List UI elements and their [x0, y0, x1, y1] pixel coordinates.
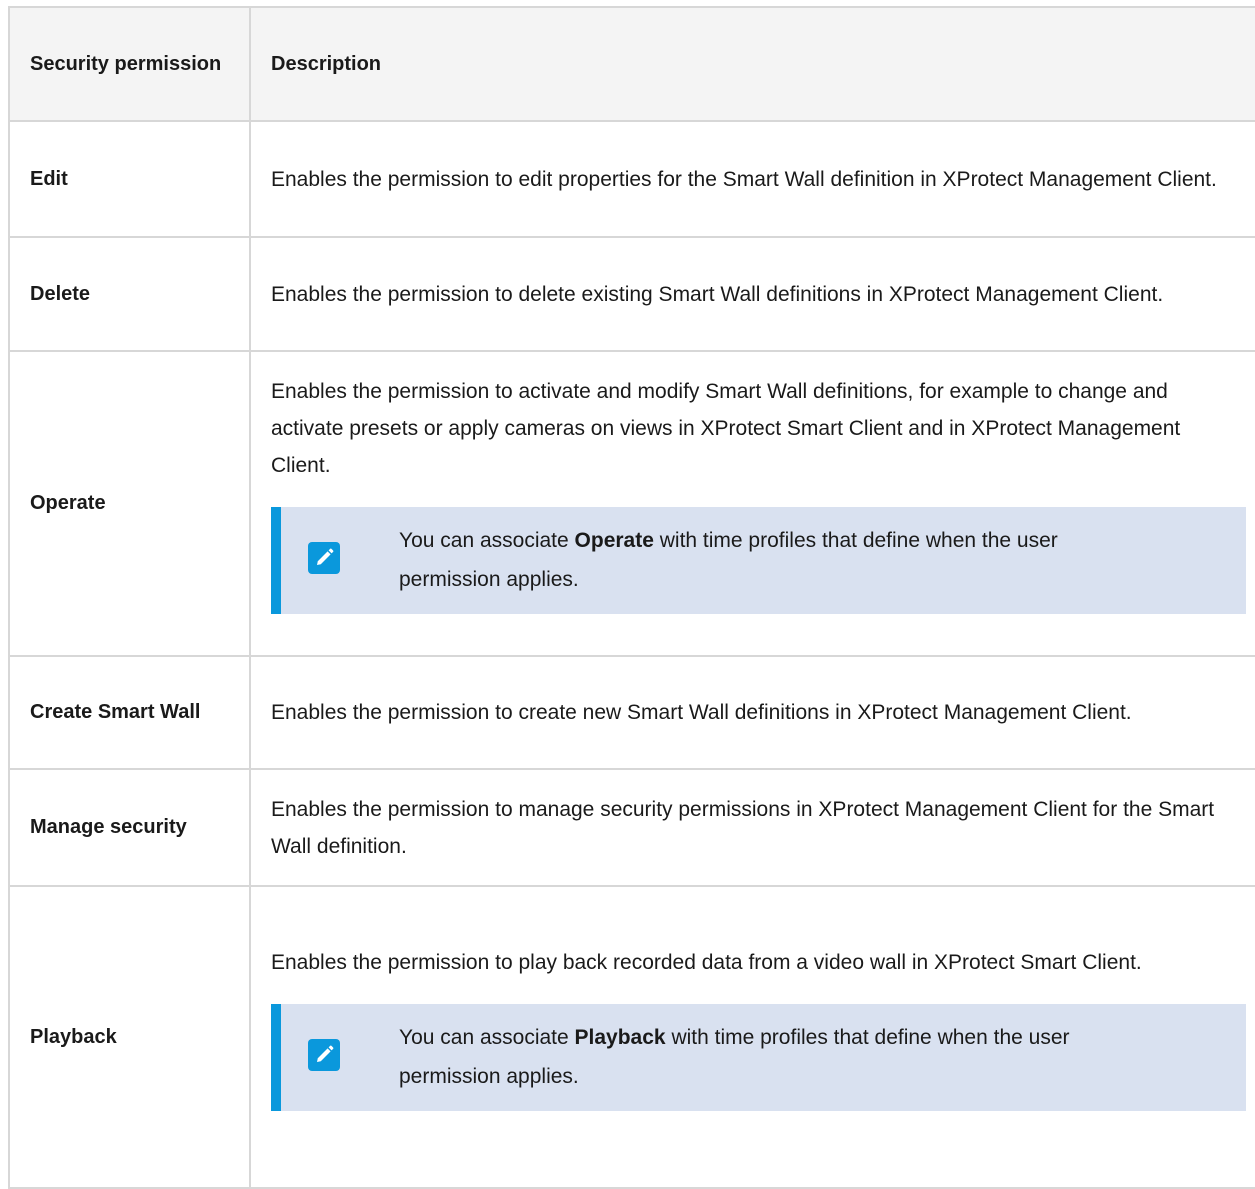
- permission-description: Enables the permission to manage securit…: [249, 768, 1255, 887]
- permission-description: Enables the permission to activate and m…: [249, 350, 1255, 657]
- table-header-row: Security permission Description: [8, 6, 1255, 122]
- table-row: Delete Enables the permission to delete …: [8, 236, 1255, 352]
- note-text: You can associate Operate with time prof…: [399, 521, 1119, 599]
- permission-description: Enables the permission to edit propertie…: [249, 120, 1255, 238]
- table-row: Edit Enables the permission to edit prop…: [8, 120, 1255, 238]
- note-bold-term: Operate: [574, 529, 654, 552]
- permission-description: Enables the permission to delete existin…: [249, 236, 1255, 352]
- permission-description: Enables the permission to create new Sma…: [249, 655, 1255, 770]
- note-bold-term: Playback: [574, 1025, 666, 1049]
- note-box: You can associate Playback with time pro…: [271, 1003, 1246, 1111]
- security-permissions-table: Security permission Description Edit Ena…: [8, 6, 1255, 1189]
- header-description: Description: [249, 6, 1255, 122]
- description-text: Enables the permission to manage securit…: [271, 797, 1215, 858]
- table-row: Operate Enables the permission to activa…: [8, 350, 1255, 657]
- pencil-note-icon: [308, 1038, 340, 1071]
- note-text: You can associate Playback with time pro…: [399, 1018, 1119, 1096]
- permission-name: Delete: [8, 236, 250, 352]
- description-text: Enables the permission to delete existin…: [271, 282, 1164, 306]
- note-prefix: You can associate: [399, 529, 575, 552]
- table-row: Create Smart Wall Enables the permission…: [8, 655, 1255, 770]
- description-text: Enables the permission to create new Sma…: [271, 701, 1132, 724]
- description-text: Enables the permission to play back reco…: [271, 950, 1142, 974]
- permission-name: Edit: [8, 120, 250, 238]
- note-prefix: You can associate: [399, 1025, 575, 1049]
- table-row: Manage security Enables the permission t…: [8, 768, 1255, 887]
- permission-name: Manage security: [8, 768, 250, 887]
- permission-name: Create Smart Wall: [8, 655, 250, 770]
- pencil-note-icon: [308, 542, 340, 574]
- description-text: Enables the permission to edit propertie…: [271, 167, 1217, 191]
- header-security-permission: Security permission: [8, 6, 250, 122]
- description-text: Enables the permission to activate and m…: [271, 380, 1181, 477]
- note-box: You can associate Operate with time prof…: [271, 507, 1246, 614]
- permission-description: Enables the permission to play back reco…: [249, 885, 1255, 1189]
- permission-name: Operate: [8, 350, 250, 657]
- permission-name: Playback: [8, 885, 250, 1189]
- table-row: Playback Enables the permission to play …: [8, 885, 1255, 1189]
